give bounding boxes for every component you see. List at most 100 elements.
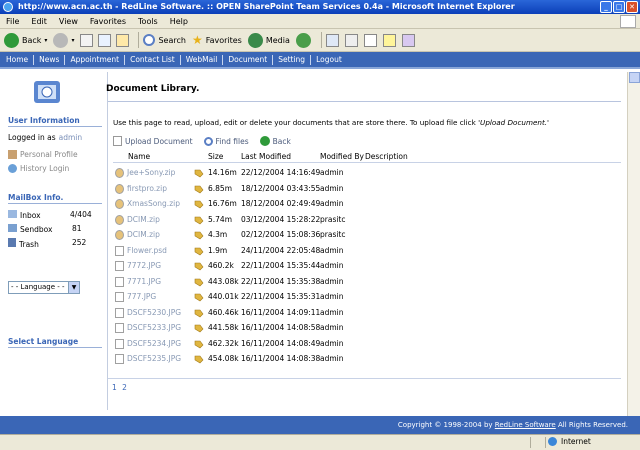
file-name-link[interactable]: DSCF5233.JPG [127, 323, 181, 332]
download-icon[interactable] [194, 292, 204, 302]
mail-icon[interactable] [325, 33, 339, 47]
download-icon[interactable] [194, 199, 204, 209]
menu-help[interactable]: Help [164, 14, 194, 28]
download-icon[interactable] [194, 184, 204, 194]
search-button[interactable]: Search [143, 34, 186, 46]
file-name-link[interactable]: Flower.psd [127, 246, 167, 255]
table-row[interactable]: DSCF5233.JPG 441.58k 16/11/2004 14:08:58 ad… [113, 320, 621, 334]
footer-company-link[interactable]: RedLine Software [495, 421, 556, 429]
file-name-link[interactable]: DSCF5235.JPG [127, 354, 181, 363]
forward-arrow-icon [53, 32, 69, 48]
language-select[interactable]: - - Language - - ▼ [8, 281, 80, 294]
download-icon[interactable] [194, 246, 204, 256]
menu-tools[interactable]: Tools [132, 14, 164, 28]
history-icon[interactable] [295, 32, 311, 48]
file-name-link[interactable]: 7771.JPG [127, 277, 161, 286]
messenger-icon[interactable] [401, 33, 415, 47]
page-title: Document Library. [106, 84, 200, 94]
history-login-link[interactable]: History Login [8, 164, 69, 173]
nav-appointment[interactable]: Appointment [70, 55, 119, 64]
mailbox-trash[interactable]: Trash 252 [8, 238, 98, 249]
nav-logout[interactable]: Logout [316, 55, 342, 64]
table-row[interactable]: 777.JPG 440.01k 22/11/2004 15:35:31 admin [113, 289, 621, 303]
personal-profile-link[interactable]: Personal Profile [8, 150, 78, 159]
table-row[interactable]: Flower.psd 1.9m 24/11/2004 22:05:48 admin [113, 243, 621, 257]
favorites-button[interactable]: ★ Favorites [192, 33, 242, 47]
download-icon[interactable] [194, 339, 204, 349]
refresh-icon[interactable] [98, 33, 112, 47]
file-icon [115, 292, 124, 302]
edit-icon[interactable] [363, 33, 377, 47]
file-name-link[interactable]: DCIM.zip [127, 230, 160, 239]
minimize-button[interactable]: _ [600, 1, 612, 13]
vertical-scrollbar[interactable] [627, 72, 640, 416]
table-row[interactable]: DSCF5230.JPG 460.46k 16/11/2004 14:09:11 ad… [113, 305, 621, 319]
file-name-link[interactable]: DSCF5230.JPG [127, 308, 181, 317]
download-icon[interactable] [194, 323, 204, 333]
status-divider [545, 437, 546, 448]
nav-contact-list[interactable]: Contact List [130, 55, 175, 64]
home-icon[interactable] [116, 33, 130, 47]
table-row[interactable]: firstpro.zip 6.85m 18/12/2004 03:43:55 admi… [113, 181, 621, 195]
nav-divider [310, 54, 312, 65]
menu-view[interactable]: View [53, 14, 84, 28]
table-row[interactable]: DSCF5234.JPG 462.32k 16/11/2004 14:08:49 ad… [113, 336, 621, 350]
discuss-icon[interactable] [382, 33, 396, 47]
file-modified-by: admin [320, 292, 344, 301]
download-icon[interactable] [194, 168, 204, 178]
file-name-link[interactable]: 777.JPG [127, 292, 156, 301]
find-files-button[interactable]: Find files [203, 136, 249, 146]
back-link-button[interactable]: Back [259, 136, 291, 146]
media-button[interactable]: Media [247, 32, 290, 48]
table-row[interactable]: 7771.JPG 443.08k 22/11/2004 15:35:38 admin [113, 274, 621, 288]
close-button[interactable]: ✕ [626, 1, 638, 13]
maximize-button[interactable]: □ [613, 1, 625, 13]
download-icon[interactable] [194, 277, 204, 287]
table-row[interactable]: Jee+Sony.zip 14.16m 22/12/2004 14:16:49 adm… [113, 165, 621, 179]
stop-icon[interactable] [80, 33, 94, 47]
download-icon[interactable] [194, 215, 204, 225]
column-description[interactable]: Description [365, 152, 408, 161]
print-icon[interactable] [344, 33, 358, 47]
upload-document-button[interactable]: Upload Document [113, 136, 193, 146]
nav-home[interactable]: Home [6, 55, 28, 64]
table-row[interactable]: DSCF5235.JPG 454.08k 16/11/2004 14:08:38 ad… [113, 351, 621, 365]
file-name-link[interactable]: 7772.JPG [127, 261, 161, 270]
file-name-link[interactable]: Jee+Sony.zip [127, 168, 175, 177]
page-link-next[interactable]: 2 [122, 383, 127, 392]
menu-bar: File Edit View Favorites Tools Help [0, 14, 640, 29]
inbox-label: Inbox [20, 211, 41, 220]
table-row[interactable]: DCIM.zip 4.3m 02/12/2004 15:08:36 prasitc [113, 227, 621, 241]
username-link[interactable]: admin [59, 133, 83, 142]
nav-setting[interactable]: Setting [278, 55, 305, 64]
mailbox-inbox[interactable]: Inbox 4/404 [8, 210, 98, 220]
download-icon[interactable] [194, 230, 204, 240]
column-modified-by[interactable]: Modified By [320, 152, 364, 161]
download-icon[interactable] [194, 354, 204, 364]
menu-favorites[interactable]: Favorites [84, 14, 132, 28]
column-size[interactable]: Size [208, 152, 223, 161]
file-name-link[interactable]: DCIM.zip [127, 215, 160, 224]
file-name-link[interactable]: XmasSong.zip [127, 199, 180, 208]
file-name-link[interactable]: DSCF5234.JPG [127, 339, 181, 348]
table-row[interactable]: XmasSong.zip 16.76m 18/12/2004 02:49:49 adm… [113, 196, 621, 210]
forward-button[interactable]: ▾ [53, 32, 75, 48]
back-button[interactable]: Back ▾ [4, 32, 47, 48]
column-last-modified[interactable]: Last Modified [241, 152, 291, 161]
nav-document[interactable]: Document [228, 55, 267, 64]
column-name[interactable]: Name [128, 152, 150, 161]
chevron-down-icon: ▾ [71, 36, 75, 44]
menu-file[interactable]: File [0, 14, 25, 28]
menu-edit[interactable]: Edit [25, 14, 53, 28]
table-row[interactable]: DCIM.zip 5.74m 03/12/2004 15:28:22 prasitc [113, 212, 621, 226]
download-icon[interactable] [194, 308, 204, 318]
download-icon[interactable] [194, 261, 204, 271]
nav-webmail[interactable]: WebMail [186, 55, 218, 64]
nav-news[interactable]: News [39, 55, 59, 64]
table-row[interactable]: 7772.JPG 460.2k 22/11/2004 15:35:44 admin [113, 258, 621, 272]
mailbox-sendbox[interactable]: Sendbox 81 [8, 224, 98, 234]
intro-text: Use this page to read, upload, edit or d… [113, 118, 479, 127]
scroll-up-button[interactable] [629, 72, 640, 83]
file-name-link[interactable]: firstpro.zip [127, 184, 167, 193]
nav-divider [222, 54, 224, 65]
